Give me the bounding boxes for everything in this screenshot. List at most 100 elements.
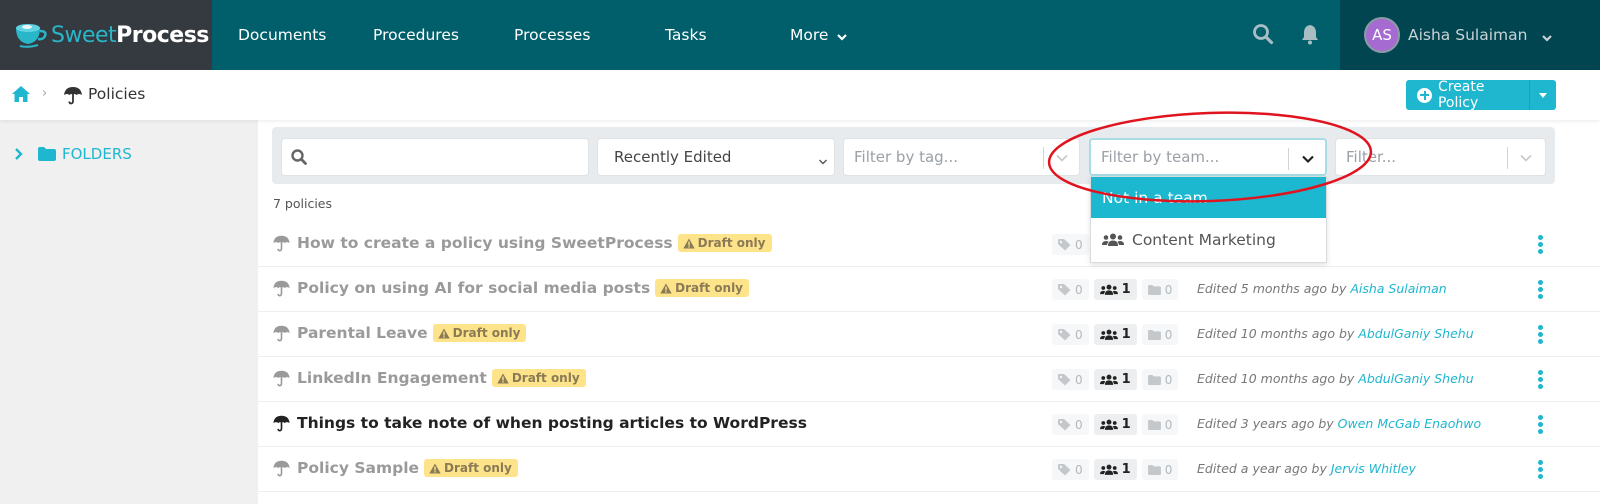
search-icon[interactable] xyxy=(1251,22,1275,46)
other-filter-placeholder: Filter... xyxy=(1346,148,1397,166)
draft-only-badge: Draft only xyxy=(424,459,518,477)
edited-info: Edited 10 months ago by AbdulGaniy Shehu xyxy=(1197,326,1474,341)
tag-filter-select[interactable]: Filter by tag... xyxy=(843,138,1080,176)
sidebar: FOLDERS xyxy=(0,120,258,504)
policy-title-link[interactable]: Policy Sample Draft only xyxy=(272,459,518,477)
nav-documents-label: Documents xyxy=(238,26,327,44)
sort-select[interactable]: Recently Edited xyxy=(597,138,835,176)
plus-circle-icon xyxy=(1417,87,1432,103)
edited-info: Edited a year ago by Jervis Whitley xyxy=(1197,461,1416,476)
table-row[interactable]: Policy Sample Draft only 0 1 0 Edited a … xyxy=(258,447,1600,492)
draft-only-badge: Draft only xyxy=(677,234,772,252)
edited-by-word: by xyxy=(1338,371,1355,386)
folder-count: 0 xyxy=(1141,324,1179,345)
folder-icon xyxy=(1147,329,1161,340)
breadcrumb: › Policies Create Policy xyxy=(0,70,1600,120)
breadcrumb-separator: › xyxy=(42,86,48,101)
editor-link[interactable]: AbdulGaniy Shehu xyxy=(1358,326,1473,341)
team-filter-select[interactable]: Filter by team... xyxy=(1089,138,1327,176)
nav-processes[interactable]: Processes xyxy=(514,0,590,70)
tag-count-value: 0 xyxy=(1075,237,1083,252)
policy-title-link[interactable]: Things to take note of when posting arti… xyxy=(272,414,807,432)
team-count-value: 1 xyxy=(1121,417,1131,432)
tag-icon xyxy=(1058,418,1071,430)
nav-procedures[interactable]: Procedures xyxy=(373,0,459,70)
team-count: 1 xyxy=(1093,414,1137,435)
folder-icon xyxy=(1147,284,1161,295)
user-menu[interactable]: AS Aisha Sulaiman xyxy=(1340,0,1600,70)
folder-count: 0 xyxy=(1141,369,1179,390)
home-icon[interactable] xyxy=(11,85,31,103)
brand-process-text: Process xyxy=(116,22,209,48)
brand-logo-link[interactable]: SweetProcess xyxy=(0,0,212,70)
row-actions-menu-icon[interactable] xyxy=(1536,415,1544,435)
tag-count: 0 xyxy=(1052,414,1089,435)
team-count-value: 1 xyxy=(1121,372,1131,387)
dropdown-option-content-marketing[interactable]: Content Marketing xyxy=(1091,219,1326,260)
users-icon xyxy=(1102,233,1124,247)
warning-icon xyxy=(429,463,441,473)
row-actions-menu-icon[interactable] xyxy=(1536,280,1544,300)
tag-icon xyxy=(1058,463,1071,475)
dropdown-option-label: Content Marketing xyxy=(1132,230,1276,249)
users-icon xyxy=(1099,419,1118,430)
policy-stats: 0 1 0 xyxy=(1052,414,1183,435)
row-actions-menu-icon[interactable] xyxy=(1536,325,1544,345)
editor-link[interactable]: AbdulGaniy Shehu xyxy=(1358,371,1473,386)
table-row[interactable]: How to create a policy using SweetProces… xyxy=(258,222,1600,267)
folder-count: 0 xyxy=(1141,414,1179,435)
warning-icon xyxy=(437,328,450,338)
draft-only-label: Draft only xyxy=(452,326,521,340)
divider xyxy=(1043,147,1044,169)
create-policy-dropdown-toggle[interactable] xyxy=(1530,92,1556,98)
row-actions-menu-icon[interactable] xyxy=(1536,370,1544,390)
create-policy-button[interactable]: Create Policy xyxy=(1406,79,1556,111)
create-policy-label: Create Policy xyxy=(1437,79,1485,111)
edited-info: Edited 5 months ago by Aisha Sulaiman xyxy=(1197,281,1447,296)
chevron-right-icon xyxy=(14,147,24,161)
editor-link[interactable]: Jervis Whitley xyxy=(1331,461,1416,476)
table-row[interactable]: Policy on using AI for social media post… xyxy=(258,267,1600,312)
policy-stats: 0 1 0 xyxy=(1052,324,1183,345)
editor-link[interactable]: Aisha Sulaiman xyxy=(1350,281,1446,296)
umbrella-icon xyxy=(63,85,83,105)
table-row[interactable]: LinkedIn Engagement Draft only 0 1 0 Edi… xyxy=(258,357,1600,402)
other-filter-select[interactable]: Filter... xyxy=(1335,138,1546,176)
team-filter-placeholder: Filter by team... xyxy=(1101,148,1220,166)
tag-count: 0 xyxy=(1052,324,1089,345)
edited-by-word: by xyxy=(1311,461,1327,476)
tag-icon xyxy=(1058,283,1071,295)
folders-toggle[interactable]: FOLDERS xyxy=(14,145,132,163)
search-input[interactable] xyxy=(281,138,589,176)
top-navigation-bar: SweetProcess Documents Procedures Proces… xyxy=(0,0,1600,70)
row-actions-menu-icon[interactable] xyxy=(1536,460,1544,480)
chevron-down-icon xyxy=(1055,151,1069,165)
nav-documents[interactable]: Documents xyxy=(238,0,326,70)
policy-title-link[interactable]: Parental Leave Draft only xyxy=(272,324,527,342)
policy-title-link[interactable]: LinkedIn Engagement Draft only xyxy=(272,369,586,387)
umbrella-icon xyxy=(272,459,291,477)
table-row[interactable]: Parental Leave Draft only 0 1 0 Edited 1… xyxy=(258,312,1600,357)
edited-by-word: by xyxy=(1338,326,1355,341)
users-icon xyxy=(1099,464,1118,475)
nav-more[interactable]: More xyxy=(790,0,848,70)
divider xyxy=(1507,147,1508,169)
chevron-down-icon xyxy=(818,153,828,165)
create-policy-main[interactable]: Create Policy xyxy=(1406,79,1530,111)
bell-icon[interactable] xyxy=(1298,22,1322,46)
table-row[interactable]: Things to take note of when posting arti… xyxy=(258,402,1600,447)
nav-procedures-label: Procedures xyxy=(373,26,459,44)
umbrella-icon xyxy=(272,279,291,297)
policy-title-link[interactable]: How to create a policy using SweetProces… xyxy=(272,234,772,252)
row-actions-menu-icon[interactable] xyxy=(1536,235,1544,255)
policy-title-link[interactable]: Policy on using AI for social media post… xyxy=(272,279,750,297)
brand-sweet-text: Sweet xyxy=(51,22,117,48)
edited-time: Edited 3 years ago xyxy=(1197,416,1315,431)
nav-tasks[interactable]: Tasks xyxy=(665,0,707,70)
users-icon xyxy=(1099,329,1118,340)
divider xyxy=(1288,148,1289,170)
avatar: AS xyxy=(1364,17,1400,53)
editor-link[interactable]: Owen McGab Enaohwo xyxy=(1338,416,1481,431)
dropdown-option-not-in-a-team[interactable]: Not in a team xyxy=(1091,177,1326,218)
tag-icon xyxy=(1058,238,1071,250)
